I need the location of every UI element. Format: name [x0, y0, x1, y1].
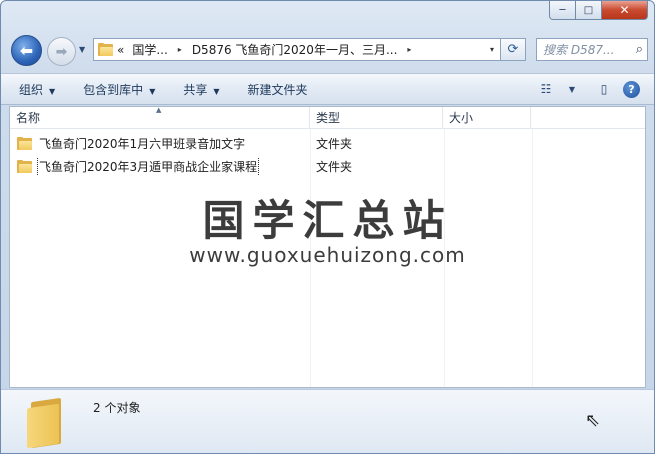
breadcrumb-segment-current[interactable]: D5876 飞鱼奇门2020年一月、三月...	[188, 41, 402, 58]
mouse-cursor-icon: ⇖	[585, 410, 601, 431]
organize-label: 组织	[19, 82, 44, 97]
refresh-button[interactable]: ⟳	[501, 38, 526, 61]
chevron-down-icon: ▼	[149, 86, 156, 96]
folder-icon	[98, 43, 113, 56]
forward-button[interactable]: ➡	[47, 37, 76, 66]
explorer-window: ─ □ ✕ ⬅ ➡ ▼ « 国学... ▸ D5876 飞鱼奇门2020年一月、…	[0, 0, 655, 454]
file-type: 文件夹	[316, 137, 353, 151]
back-arrow-icon: ⬅	[19, 41, 34, 60]
chevron-down-icon: ▼	[568, 84, 576, 94]
item-count: 2 个对象	[93, 401, 141, 415]
new-folder-label: 新建文件夹	[247, 82, 308, 97]
back-button[interactable]: ⬅	[11, 35, 42, 66]
include-in-library-button[interactable]: 包含到库中 ▼	[69, 81, 169, 98]
organize-button[interactable]: 组织 ▼	[1, 81, 69, 98]
address-overflow-chevrons[interactable]: «	[113, 43, 128, 57]
column-header-size[interactable]: 大小	[443, 107, 531, 129]
close-button[interactable]: ✕	[602, 1, 648, 20]
column-header-name[interactable]: ▲ 名称	[10, 107, 310, 129]
preview-pane-icon: ▯	[600, 82, 608, 96]
column-type-label: 类型	[316, 111, 341, 125]
help-icon: ?	[628, 82, 635, 96]
watermark-url: www.guoxuehuizong.com	[189, 243, 466, 267]
help-button[interactable]: ?	[623, 80, 640, 98]
refresh-icon: ⟳	[507, 42, 519, 57]
sort-ascending-icon: ▲	[156, 106, 162, 114]
column-name-label: 名称	[16, 111, 41, 125]
new-folder-button[interactable]: 新建文件夹	[234, 81, 322, 98]
breadcrumb-arrow-icon[interactable]: ▸	[172, 45, 188, 54]
minimize-button[interactable]: ─	[549, 1, 576, 20]
file-name: 飞鱼奇门2020年3月遁甲商战企业家课程	[36, 157, 260, 176]
details-view-icon: ☷	[540, 82, 552, 96]
change-view-button[interactable]: ☷	[533, 79, 559, 99]
folder-icon	[17, 160, 32, 173]
file-list: 飞鱼奇门2020年1月六甲班录音加文字 文件夹 飞鱼奇门2020年3月遁甲商战企…	[10, 132, 645, 178]
list-item[interactable]: 飞鱼奇门2020年1月六甲班录音加文字 文件夹	[10, 132, 645, 155]
column-size-label: 大小	[449, 111, 474, 125]
share-button[interactable]: 共享 ▼	[169, 81, 233, 98]
navigation-bar: ⬅ ➡ ▼ « 国学... ▸ D5876 飞鱼奇门2020年一月、三月... …	[9, 33, 648, 67]
file-name-cell: 飞鱼奇门2020年1月六甲班录音加文字	[10, 134, 310, 153]
column-header-row: ▲ 名称 类型 大小	[10, 107, 645, 129]
forward-arrow-icon: ➡	[55, 43, 68, 60]
breadcrumb-segment-root[interactable]: 国学...	[128, 41, 171, 58]
toolbar-right-group: ☷ ▼ ▯ ?	[533, 79, 654, 99]
list-item[interactable]: 飞鱼奇门2020年3月遁甲商战企业家课程 文件夹	[10, 155, 645, 178]
search-input[interactable]: 搜索 D587... ⌕	[536, 38, 648, 61]
search-placeholder: 搜索 D587...	[543, 43, 615, 57]
folder-icon	[27, 397, 65, 449]
view-options-dropdown[interactable]: ▼	[559, 79, 585, 99]
include-in-library-label: 包含到库中	[83, 82, 144, 97]
file-name: 飞鱼奇门2020年1月六甲班录音加文字	[39, 137, 246, 151]
address-dropdown-icon[interactable]: ▾	[484, 45, 500, 54]
details-pane: 2 个对象 ⇖	[1, 389, 654, 453]
caption-buttons: ─ □ ✕	[549, 1, 648, 22]
recent-pages-dropdown-icon[interactable]: ▼	[79, 45, 85, 54]
preview-pane-button[interactable]: ▯	[591, 79, 617, 99]
file-name-cell: 飞鱼奇门2020年3月遁甲商战企业家课程	[10, 157, 310, 176]
file-type: 文件夹	[316, 160, 353, 174]
search-icon[interactable]: ⌕	[636, 42, 647, 57]
watermark-title: 国学汇总站	[202, 196, 453, 245]
chevron-down-icon: ▼	[49, 86, 56, 96]
address-bar[interactable]: « 国学... ▸ D5876 飞鱼奇门2020年一月、三月... ▸ ▾	[93, 38, 501, 61]
folder-icon	[17, 137, 32, 150]
file-list-pane[interactable]: ▲ 名称 类型 大小 飞鱼奇门2020年1月六甲班录音加文字 文件夹 飞鱼奇门2…	[9, 106, 646, 388]
maximize-button[interactable]: □	[576, 1, 602, 20]
column-header-type[interactable]: 类型	[310, 107, 443, 129]
share-label: 共享	[183, 82, 208, 97]
breadcrumb-arrow-icon[interactable]: ▸	[401, 45, 417, 54]
chevron-down-icon: ▼	[213, 86, 220, 96]
command-bar: 组织 ▼ 包含到库中 ▼ 共享 ▼ 新建文件夹 ☷ ▼ ▯ ?	[1, 73, 654, 105]
